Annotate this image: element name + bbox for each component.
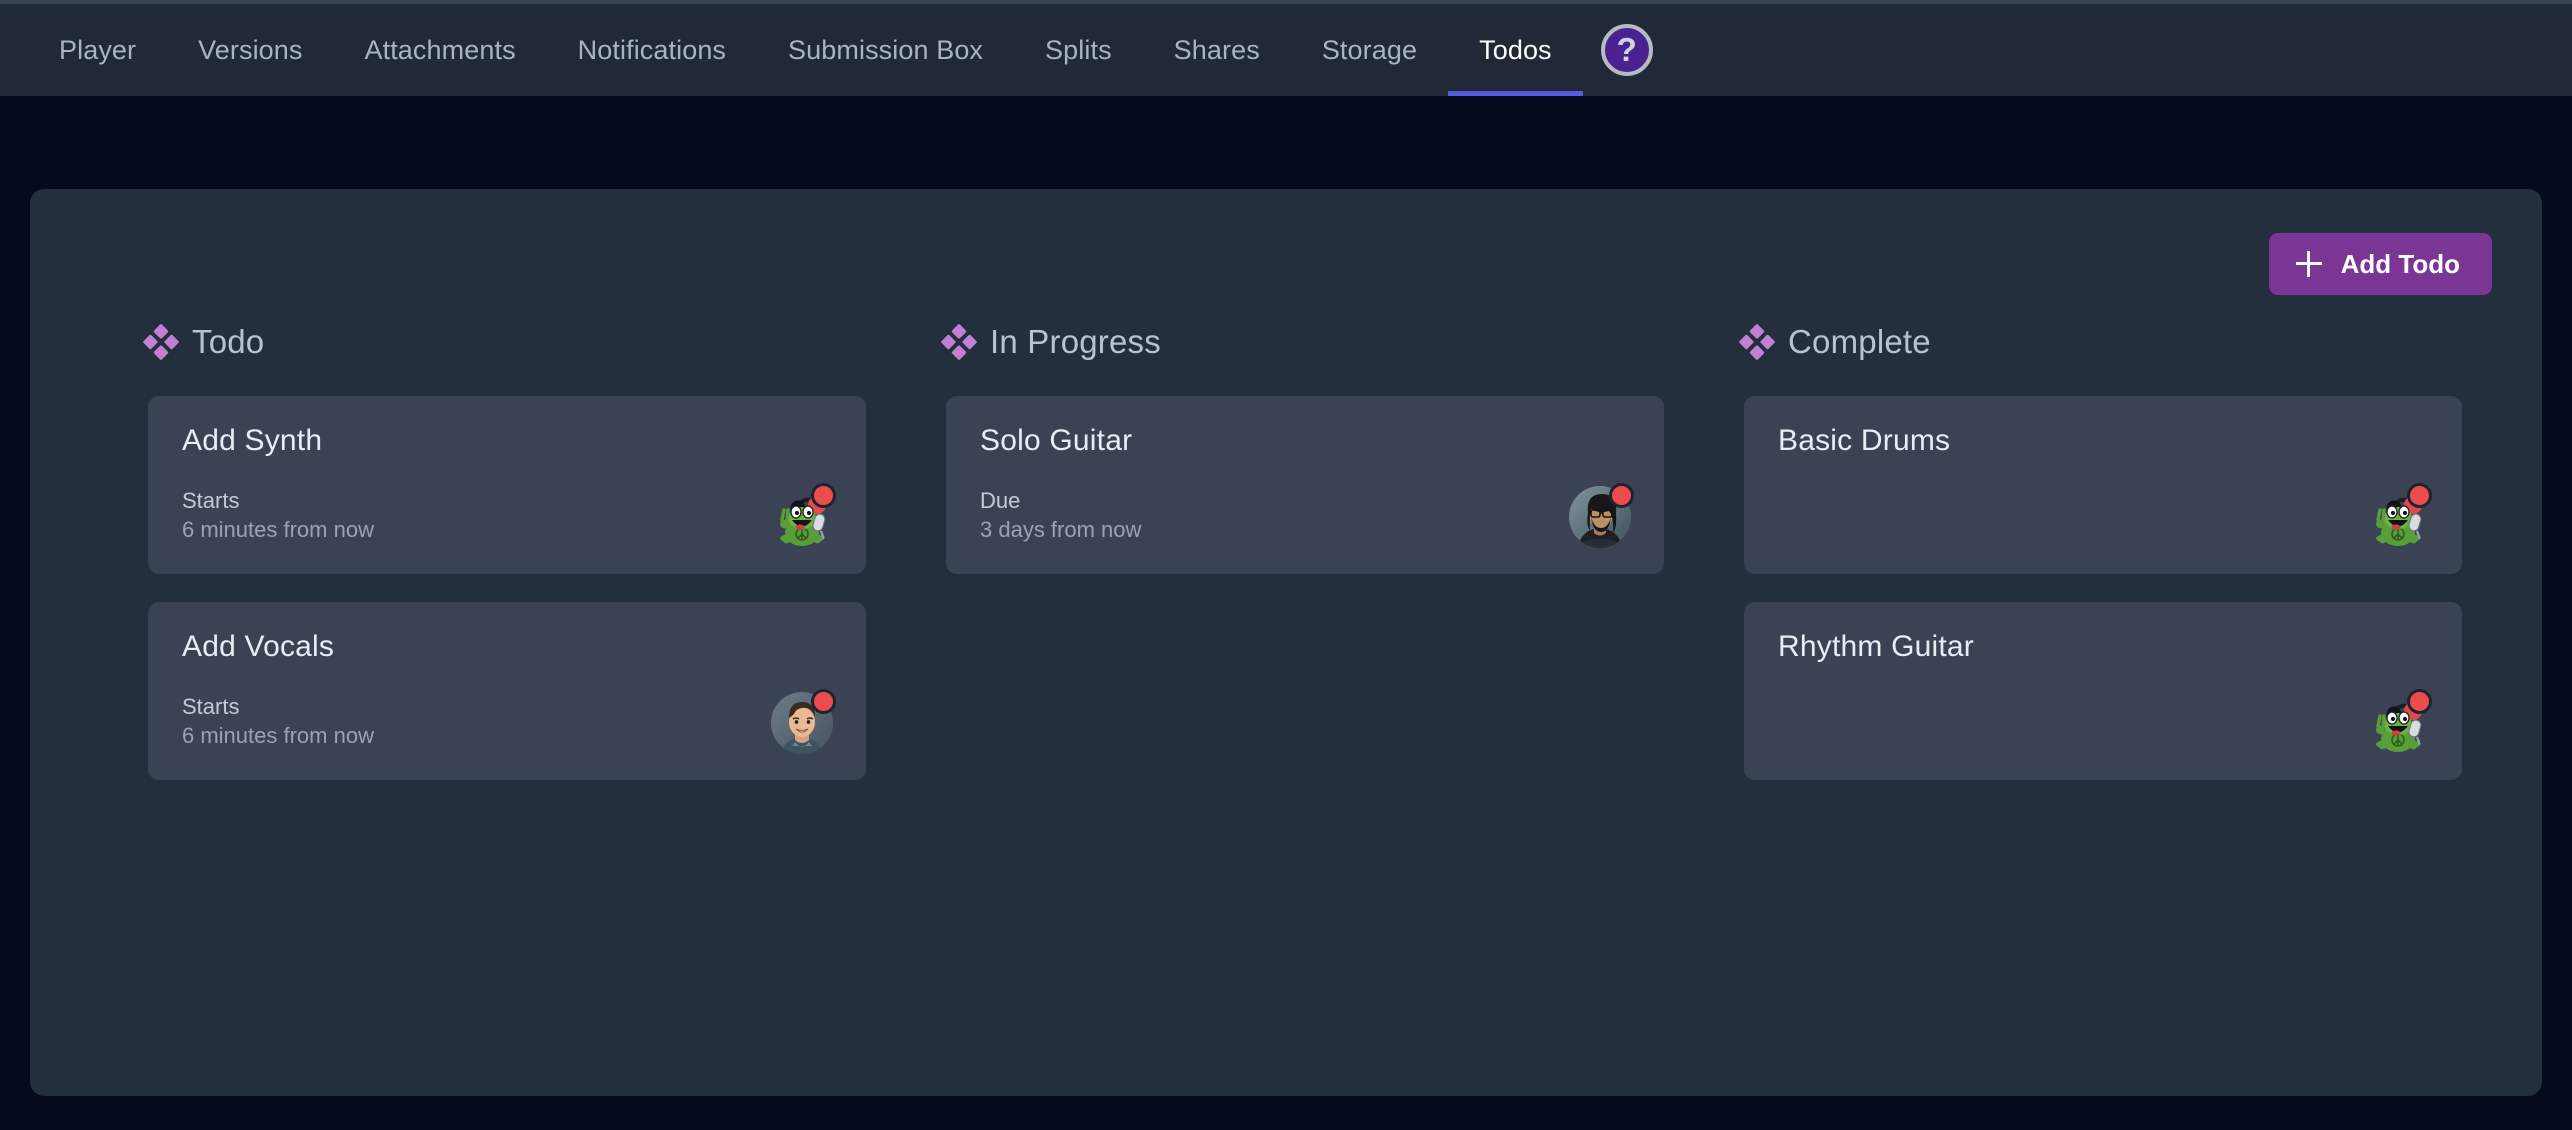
- board-column-complete: Complete Basic Drums Rhythm Guitar: [1738, 323, 2462, 808]
- todo-card-schedule: Starts 6 minutes from now: [182, 692, 374, 750]
- column-title: In Progress: [990, 323, 1161, 360]
- todo-card-title: Rhythm Guitar: [1778, 630, 1974, 663]
- todo-card-title: Solo Guitar: [980, 424, 1133, 457]
- status-dot-icon: [811, 483, 836, 508]
- column-header: In Progress: [940, 323, 1664, 361]
- nav-tab-versions[interactable]: Versions: [167, 4, 333, 96]
- column-header: Todo: [142, 323, 866, 361]
- plus-icon: [2295, 251, 2322, 277]
- column-header: Complete: [1738, 323, 2462, 361]
- todo-card[interactable]: Add Vocals Starts 6 minutes from now: [148, 602, 866, 780]
- todo-card[interactable]: Add Synth Starts 6 minutes from now: [148, 396, 866, 574]
- todo-card-schedule-label: Starts: [182, 487, 240, 513]
- nav-tab-shares[interactable]: Shares: [1143, 4, 1291, 96]
- help-glyph: ?: [1616, 30, 1637, 68]
- add-todo-button[interactable]: Add Todo: [2268, 233, 2492, 295]
- todo-card[interactable]: Basic Drums: [1744, 396, 2462, 574]
- todo-card-title: Add Synth: [182, 424, 323, 457]
- main-navigation-bar: Player Versions Attachments Notifications Su…: [0, 0, 2572, 96]
- assignee-avatar-wrapper[interactable]: [2367, 483, 2432, 548]
- todo-card[interactable]: Solo Guitar Due 3 days from now: [946, 396, 1664, 574]
- column-title: Complete: [1788, 323, 1931, 360]
- status-dot-icon: [2407, 483, 2432, 508]
- assignee-avatar-wrapper[interactable]: [771, 689, 836, 754]
- board-column-in-progress: In Progress Solo Guitar Due 3 days from now: [940, 323, 1664, 808]
- four-diamond-icon: [142, 323, 180, 361]
- status-dot-icon: [2407, 689, 2432, 714]
- todo-card-schedule: Due 3 days from now: [980, 486, 1141, 544]
- todo-card-schedule-value: 6 minutes from now: [182, 722, 374, 748]
- four-diamond-icon: [940, 323, 978, 361]
- board-column-todo: Todo Add Synth Starts 6 minutes from now Ad…: [142, 323, 866, 808]
- help-circle-icon[interactable]: ?: [1600, 24, 1653, 76]
- todo-card-schedule-value: 3 days from now: [980, 516, 1142, 542]
- todo-card-title: Basic Drums: [1778, 424, 1951, 457]
- assignee-avatar-wrapper[interactable]: [771, 483, 836, 548]
- status-dot-icon: [1609, 483, 1634, 508]
- nav-tab-splits[interactable]: Splits: [1014, 4, 1143, 96]
- four-diamond-icon: [1738, 323, 1776, 361]
- nav-tab-attachments[interactable]: Attachments: [334, 4, 547, 96]
- todo-card-schedule-value: 6 minutes from now: [182, 516, 374, 542]
- assignee-avatar-wrapper[interactable]: [1569, 483, 1634, 548]
- status-dot-icon: [811, 689, 836, 714]
- add-todo-label: Add Todo: [2340, 248, 2460, 279]
- todo-card-title: Add Vocals: [182, 630, 335, 663]
- todo-card-schedule: Starts 6 minutes from now: [182, 486, 374, 544]
- todo-card-schedule-label: Starts: [182, 693, 240, 719]
- assignee-avatar-wrapper[interactable]: [2367, 689, 2432, 754]
- nav-tab-player[interactable]: Player: [28, 4, 167, 96]
- nav-tab-storage[interactable]: Storage: [1291, 4, 1448, 96]
- panel-toolbar: Add Todo: [30, 189, 2542, 295]
- todo-card[interactable]: Rhythm Guitar: [1744, 602, 2462, 780]
- nav-tab-notifications[interactable]: Notifications: [547, 4, 757, 96]
- nav-tab-submission-box[interactable]: Submission Box: [757, 4, 1014, 96]
- todos-panel: Add Todo Todo Add Synth Starts 6 minutes fr…: [30, 189, 2542, 1096]
- nav-tab-todos[interactable]: Todos: [1448, 4, 1583, 96]
- kanban-board: Todo Add Synth Starts 6 minutes from now Ad…: [30, 295, 2542, 808]
- todo-card-schedule-label: Due: [980, 487, 1021, 513]
- column-title: Todo: [192, 323, 265, 360]
